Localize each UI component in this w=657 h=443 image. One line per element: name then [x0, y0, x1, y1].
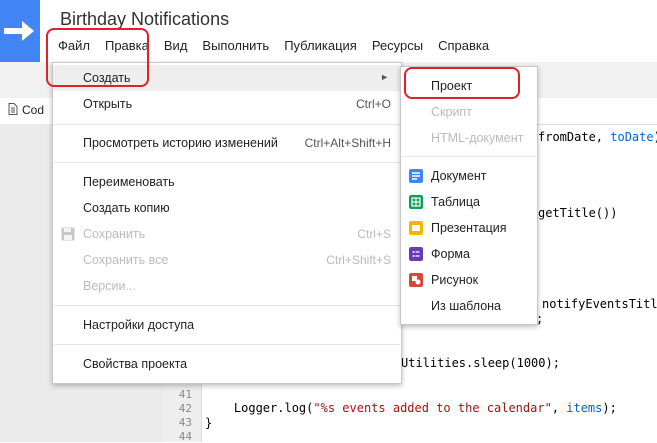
menu-item-label: Форма: [431, 247, 470, 261]
google-docs-icon: [409, 169, 423, 183]
code-line[interactable]: fromDate, toDate);: [538, 130, 657, 144]
menu-item-label: Скрипт: [431, 105, 472, 119]
shortcut-label: Ctrl+Alt+Shift+H: [304, 136, 391, 150]
submenu-item-presentation[interactable]: Презентация: [401, 215, 537, 241]
submenu-item-spreadsheet[interactable]: Таблица: [401, 189, 537, 215]
menu-item-label: Открыть: [83, 97, 133, 111]
apps-script-logo[interactable]: [0, 0, 40, 62]
code-token: "%s events added to the calendar": [313, 401, 552, 415]
menu-item-label: Сохранить все: [83, 253, 169, 267]
code-line[interactable]: Utilities.sleep(1000);: [401, 356, 560, 370]
code-line[interactable]: notifyEventsTitle: [542, 297, 657, 311]
file-tab[interactable]: Cod: [8, 103, 44, 117]
menu-item-save[interactable]: Сохранить Ctrl+S: [53, 221, 401, 247]
file-tab-label: Cod: [22, 103, 45, 117]
menu-separator: [54, 124, 400, 125]
shortcut-label: Ctrl+Shift+S: [326, 253, 391, 267]
code-token: Logger.log(: [205, 401, 314, 415]
code-line[interactable]: getTitle()): [538, 206, 617, 220]
code-token: toDate: [610, 130, 654, 144]
menu-item-label: Таблица: [431, 195, 481, 209]
code-token: );: [654, 130, 657, 144]
submenu-item-drawing[interactable]: Рисунок: [401, 267, 537, 293]
code-token: fromDate: [538, 130, 596, 144]
menu-publish[interactable]: Публикация: [276, 36, 364, 58]
menu-item-project-properties[interactable]: Свойства проекта: [53, 351, 401, 377]
project-title[interactable]: Birthday Notifications: [60, 9, 229, 30]
submenu-item-script[interactable]: Скрипт: [401, 99, 537, 125]
google-forms-icon: [409, 247, 423, 261]
menu-item-label: Сохранить: [83, 227, 146, 241]
menu-item-label: Документ: [431, 169, 487, 183]
google-slides-icon: [409, 221, 423, 235]
submenu-item-form[interactable]: Форма: [401, 241, 537, 267]
code-line[interactable]: Logger.log("%s events added to the calen…: [205, 401, 617, 415]
menu-separator: [54, 162, 400, 163]
line-number: 43: [178, 416, 192, 429]
menu-item-label: Из шаблона: [431, 299, 502, 313]
google-sheets-icon: [409, 195, 423, 209]
code-token: items: [566, 401, 603, 415]
file-menu: Создать ► Открыть Ctrl+O Просмотреть ист…: [52, 62, 402, 384]
code-token: ,: [595, 130, 611, 144]
shortcut-label: Ctrl+S: [357, 227, 391, 241]
menu-item-label: Свойства проекта: [83, 357, 188, 371]
menu-item-history[interactable]: Просмотреть историю изменений Ctrl+Alt+S…: [53, 130, 401, 156]
menu-item-label: Переименовать: [83, 175, 175, 189]
code-token: );: [602, 401, 617, 415]
arrow-right-icon: [4, 21, 34, 41]
menu-separator: [54, 344, 400, 345]
menu-item-rename[interactable]: Переименовать: [53, 169, 401, 195]
menu-item-label: Настройки доступа: [83, 318, 195, 332]
menu-separator: [54, 305, 400, 306]
menu-view[interactable]: Вид: [156, 36, 195, 58]
menu-item-label: Версии...: [83, 279, 136, 293]
code-line[interactable]: }: [205, 416, 212, 430]
submenu-item-html[interactable]: HTML-документ: [401, 125, 537, 151]
menu-item-label: Презентация: [431, 221, 507, 235]
menu-help[interactable]: Справка: [430, 36, 496, 58]
submenu-item-document[interactable]: Документ: [401, 163, 537, 189]
menu-item-access-settings[interactable]: Настройки доступа: [53, 312, 401, 338]
line-number: 42: [178, 402, 192, 415]
menu-item-versions[interactable]: Версии...: [53, 273, 401, 299]
highlight-file-menu: [46, 28, 149, 87]
create-submenu: Проект Скрипт HTML-документ Документ Таб…: [400, 66, 538, 325]
floppy-disk-icon: [61, 227, 75, 241]
menu-run[interactable]: Выполнить: [194, 36, 276, 58]
menu-item-label: Создать копию: [83, 201, 170, 215]
file-icon: [8, 103, 18, 115]
code-token: ,: [551, 401, 567, 415]
submenu-item-from-template[interactable]: Из шаблона: [401, 293, 537, 319]
menu-item-copy[interactable]: Создать копию: [53, 195, 401, 221]
menu-item-save-all[interactable]: Сохранить все Ctrl+Shift+S: [53, 247, 401, 273]
menu-item-label: HTML-документ: [431, 131, 524, 145]
menu-resources[interactable]: Ресурсы: [364, 36, 430, 58]
menu-item-label: Рисунок: [431, 273, 479, 287]
menu-separator: [402, 156, 536, 157]
google-drawings-icon: [409, 273, 423, 287]
submenu-arrow-icon: ►: [380, 72, 389, 82]
highlight-project-item: [404, 67, 520, 99]
menu-item-label: Просмотреть историю изменений: [83, 136, 278, 150]
menu-item-open[interactable]: Открыть Ctrl+O: [53, 91, 401, 117]
line-number: 41: [178, 388, 192, 401]
line-number: 44: [178, 430, 192, 443]
shortcut-label: Ctrl+O: [355, 97, 391, 111]
